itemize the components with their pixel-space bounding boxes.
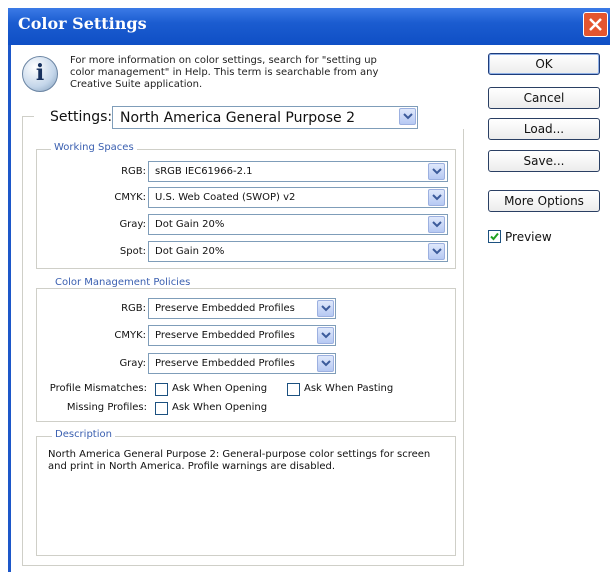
info-icon: i <box>22 56 58 92</box>
close-button[interactable] <box>583 12 608 37</box>
ws-cmyk-dropdown-button[interactable] <box>428 189 445 206</box>
missing-profiles-label: Missing Profiles: <box>66 402 147 413</box>
policy-cmyk-label: CMYK: <box>114 330 146 341</box>
ws-gray-dropdown[interactable]: Dot Gain 20% <box>148 214 448 235</box>
settings-label: Settings: <box>50 109 113 125</box>
ws-gray-dropdown-button[interactable] <box>428 216 445 233</box>
ws-gray-label: Gray: <box>119 219 146 230</box>
window-title: Color Settings <box>18 14 147 33</box>
settings-dropdown-button[interactable] <box>399 108 416 125</box>
info-text-line-2: color management" in Help. This term is … <box>70 67 379 78</box>
policy-rgb-dropdown[interactable]: Preserve Embedded Profiles <box>148 298 336 319</box>
chevron-down-icon <box>403 113 413 120</box>
ws-rgb-dropdown[interactable]: sRGB IEC61966-2.1 <box>148 161 448 182</box>
chevron-down-icon <box>432 221 442 228</box>
ws-spot-label: Spot: <box>119 246 146 257</box>
ws-rgb-dropdown-button[interactable] <box>428 163 445 180</box>
policy-gray-label: Gray: <box>119 358 146 369</box>
policy-rgb-dropdown-button[interactable] <box>317 300 334 317</box>
description-title: Description <box>52 429 115 440</box>
chevron-down-icon <box>321 360 331 367</box>
policies-title: Color Management Policies <box>52 277 194 288</box>
chevron-down-icon <box>321 305 331 312</box>
ask-when-pasting-checkbox[interactable] <box>287 383 300 396</box>
policy-gray-dropdown[interactable]: Preserve Embedded Profiles <box>148 353 336 374</box>
window-left-border <box>8 45 11 572</box>
ask-when-opening-label: Ask When Opening <box>172 383 268 394</box>
chevron-down-icon <box>432 248 442 255</box>
preview-checkbox[interactable] <box>488 230 501 243</box>
missing-ask-when-opening-checkbox[interactable] <box>155 402 168 415</box>
info-text-line-3: Creative Suite application. <box>70 79 203 90</box>
load-button[interactable]: Load... <box>488 118 600 140</box>
settings-dropdown[interactable]: North America General Purpose 2 <box>112 106 418 129</box>
policy-gray-dropdown-button[interactable] <box>317 355 334 372</box>
ask-when-pasting-label: Ask When Pasting <box>304 383 394 394</box>
missing-ask-when-opening-label: Ask When Opening <box>172 402 268 413</box>
chevron-down-icon <box>432 168 442 175</box>
ws-spot-dropdown[interactable]: Dot Gain 20% <box>148 241 448 262</box>
policy-rgb-label: RGB: <box>121 303 146 314</box>
ws-spot-dropdown-button[interactable] <box>428 243 445 260</box>
description-line-1: North America General Purpose 2: General… <box>48 449 431 460</box>
profile-mismatches-label: Profile Mismatches: <box>49 383 147 394</box>
ws-cmyk-label: CMYK: <box>114 192 146 203</box>
chevron-down-icon <box>432 194 442 201</box>
info-text-line-1: For more information on color settings, … <box>70 55 377 66</box>
working-spaces-title: Working Spaces <box>51 142 137 153</box>
close-icon <box>589 18 602 31</box>
policy-cmyk-dropdown[interactable]: Preserve Embedded Profiles <box>148 325 336 346</box>
policy-cmyk-dropdown-button[interactable] <box>317 327 334 344</box>
ask-when-opening-checkbox[interactable] <box>155 383 168 396</box>
preview-label: Preview <box>505 230 552 244</box>
ws-cmyk-dropdown[interactable]: U.S. Web Coated (SWOP) v2 <box>148 187 448 208</box>
ws-rgb-label: RGB: <box>121 166 146 177</box>
description-line-2: and print in North America. Profile warn… <box>48 461 336 472</box>
cancel-button[interactable]: Cancel <box>488 87 600 109</box>
ok-button[interactable]: OK <box>488 53 600 75</box>
chevron-down-icon <box>321 332 331 339</box>
checkmark-icon <box>490 232 499 241</box>
more-options-button[interactable]: More Options <box>488 190 600 212</box>
save-button[interactable]: Save... <box>488 150 600 172</box>
